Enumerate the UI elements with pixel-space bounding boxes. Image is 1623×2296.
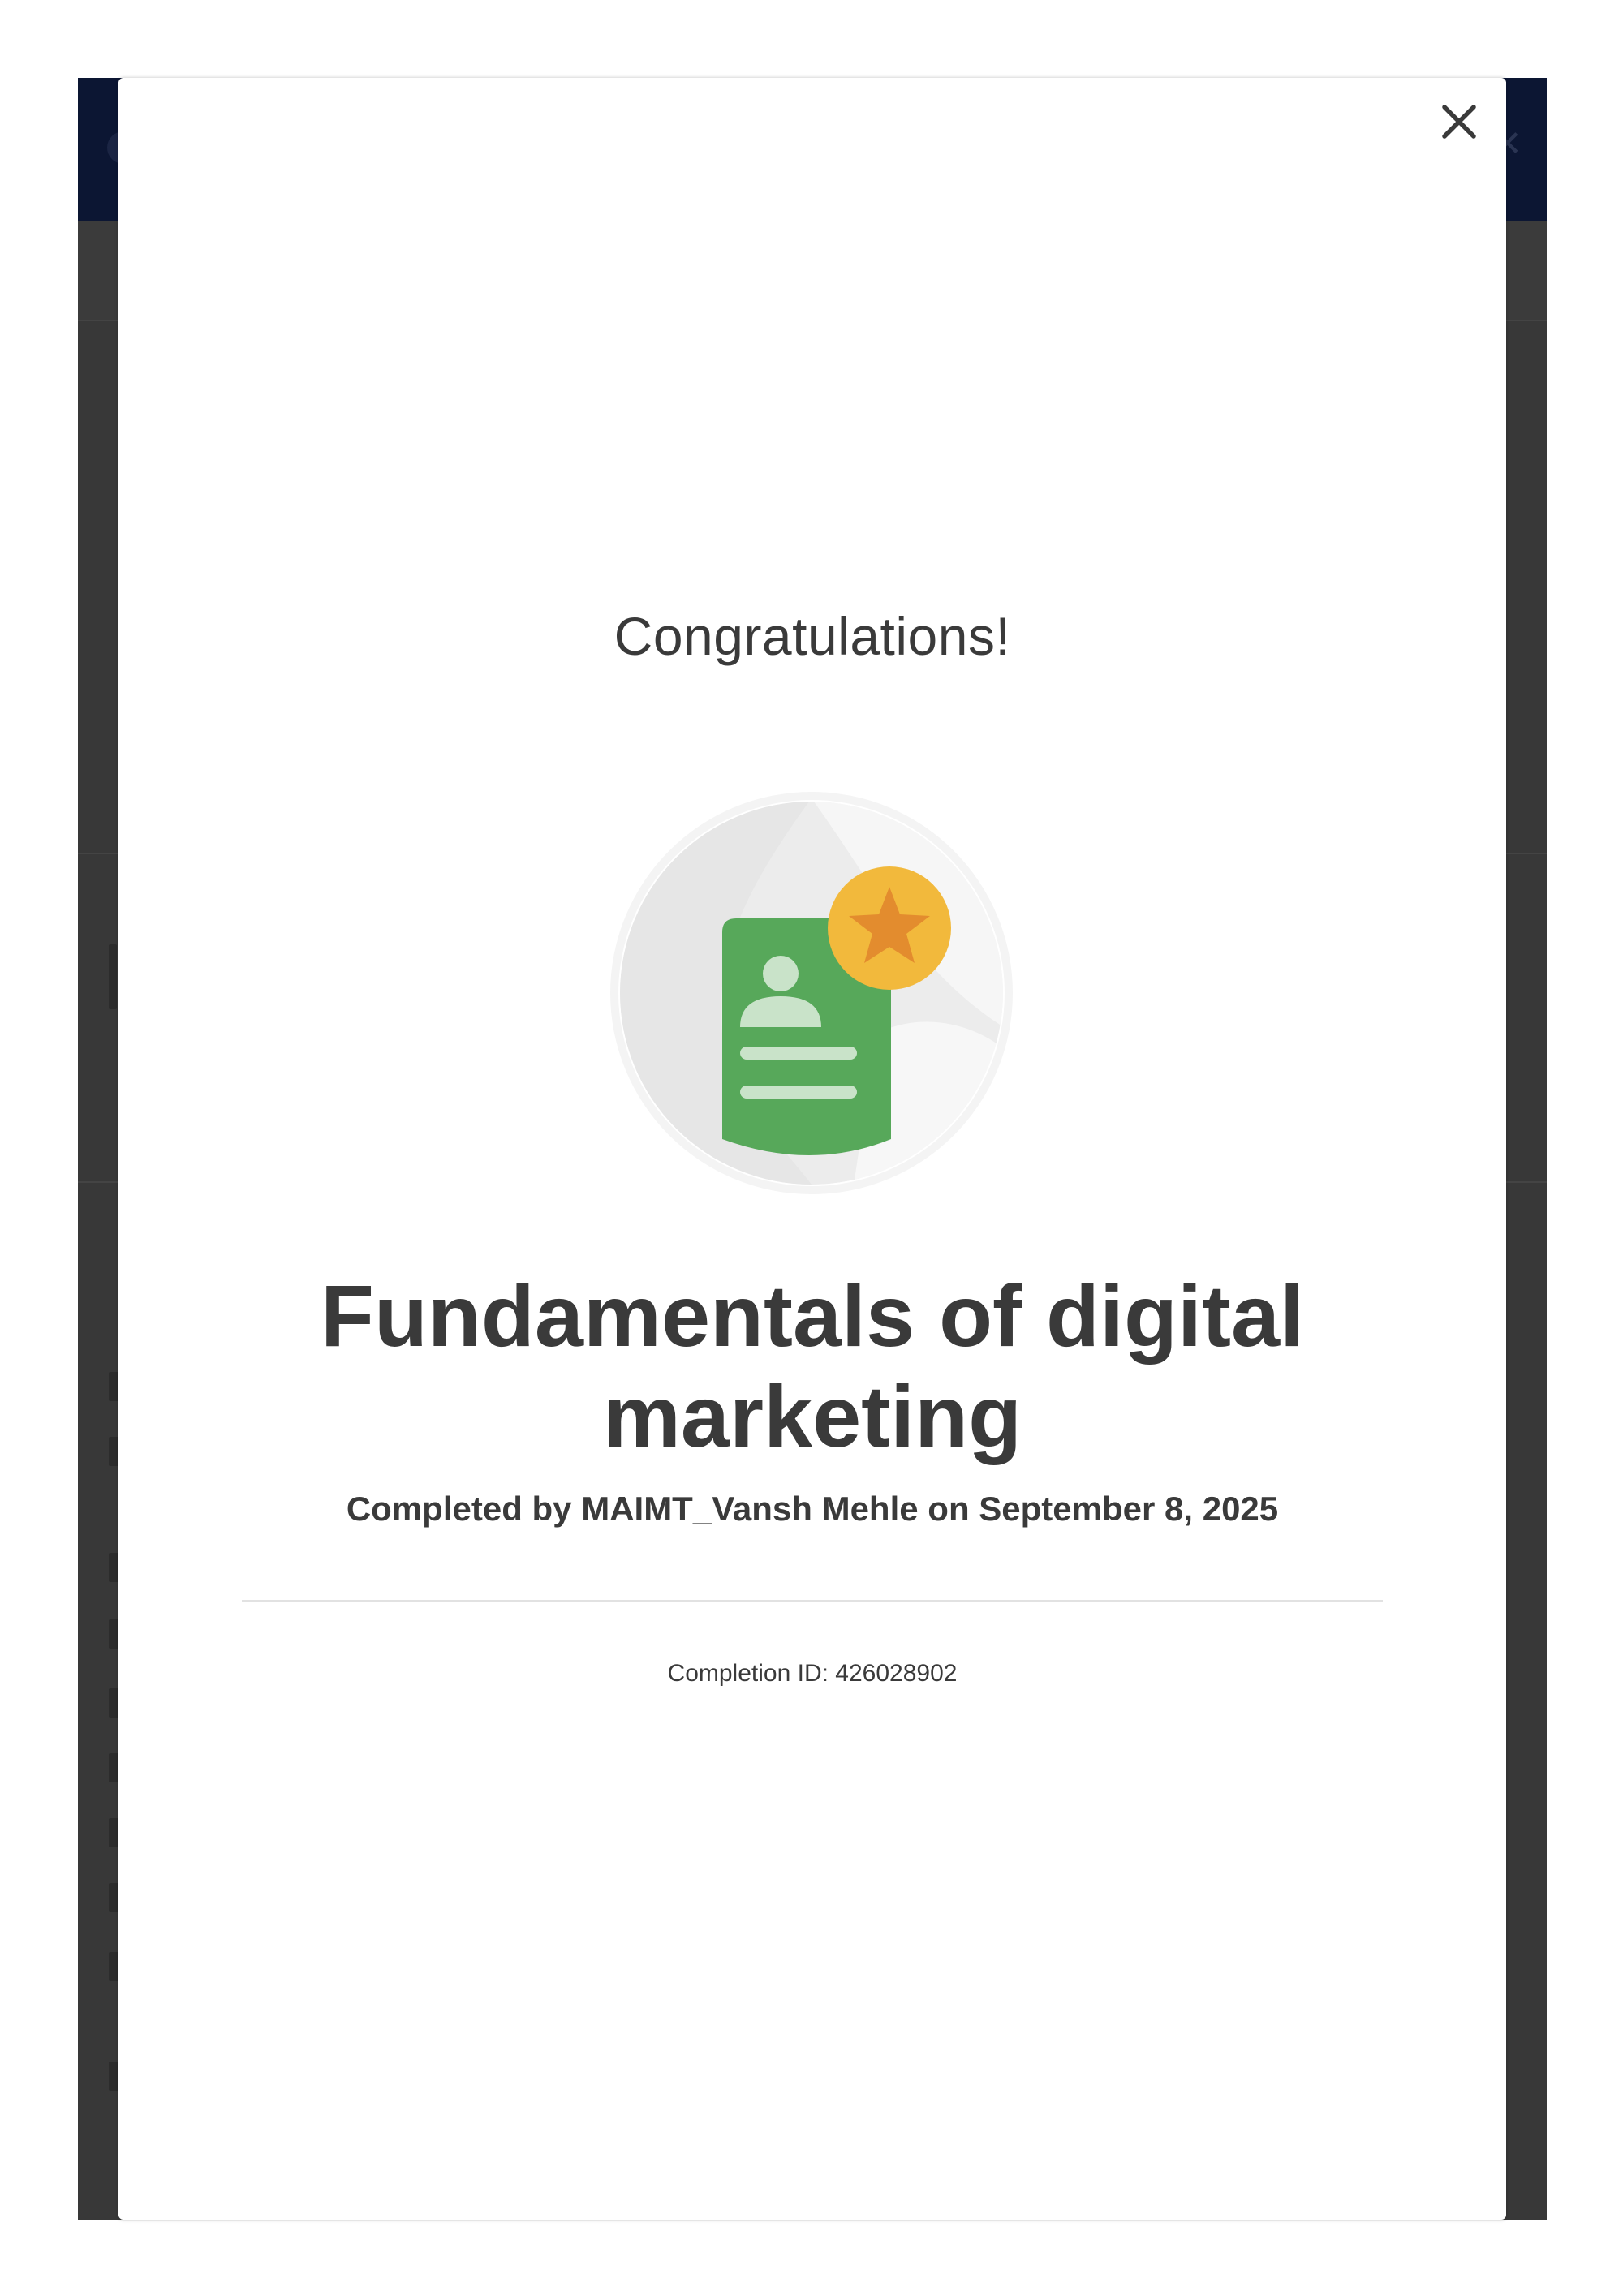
close-button[interactable]: [1436, 99, 1482, 144]
certificate-star-icon: [610, 792, 1013, 1194]
completion-id: Completion ID: 426028902: [667, 1660, 958, 1687]
completion-dialog: Congratulations! Fundamentals of digital…: [118, 78, 1506, 2220]
completed-by-text: Completed by MAIMT_Vansh Mehle on Septem…: [346, 1490, 1279, 1528]
page: ✕ Congratulations! Fundamentals of digit…: [0, 0, 1623, 2296]
course-title: Fundamentals of digital marketing: [320, 1266, 1305, 1465]
congratulations-heading: Congratulations!: [613, 606, 1011, 666]
background-text-fragment: [109, 944, 117, 1009]
close-icon: [1442, 105, 1476, 139]
divider: [242, 1600, 1383, 1602]
